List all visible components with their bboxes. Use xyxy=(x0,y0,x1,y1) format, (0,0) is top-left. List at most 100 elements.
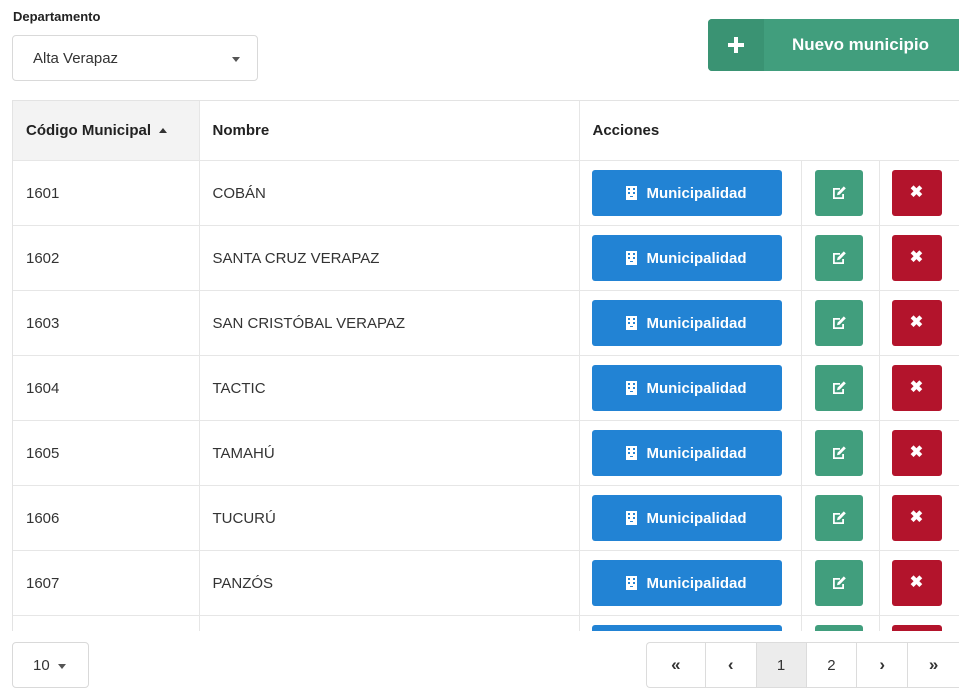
edit-button[interactable] xyxy=(814,365,863,411)
cell-edit xyxy=(801,615,880,631)
cell-edit xyxy=(801,420,880,486)
cell-municipality-action: Municipalidad xyxy=(579,355,802,421)
edit-button[interactable] xyxy=(814,300,863,346)
cell-code: 1604 xyxy=(13,355,200,421)
cell-delete: ✖ xyxy=(879,355,959,421)
delete-button[interactable]: ✖ xyxy=(891,235,942,281)
municipalities-table-container: Código Municipal Nombre Acciones 1601 COB… xyxy=(12,100,959,631)
department-select[interactable]: Alta Verapaz xyxy=(12,35,258,81)
last-page-button[interactable]: » xyxy=(908,643,959,687)
edit-button[interactable] xyxy=(814,235,863,281)
cell-municipality-action: Municipalidad xyxy=(579,225,802,291)
delete-button[interactable]: ✖ xyxy=(891,430,942,476)
column-header-name-label: Nombre xyxy=(212,122,270,139)
delete-button[interactable]: ✖ xyxy=(891,625,942,631)
edit-button[interactable] xyxy=(814,430,863,476)
municipality-button-label: Municipalidad xyxy=(646,379,747,397)
edit-icon xyxy=(832,316,846,329)
cell-edit xyxy=(801,160,880,226)
plus-icon xyxy=(728,37,744,53)
table-row: 1601 COBÁN Municipalidad ✖ xyxy=(13,160,959,226)
building-icon xyxy=(626,446,638,460)
column-header-code[interactable]: Código Municipal xyxy=(13,101,200,161)
municipality-button-label: Municipalidad xyxy=(646,249,747,267)
close-icon: ✖ xyxy=(909,509,924,526)
cell-name: PANZÓS xyxy=(199,550,580,616)
building-icon xyxy=(626,251,638,265)
cell-delete: ✖ xyxy=(879,160,959,226)
next-page-button[interactable]: › xyxy=(857,643,909,687)
table-row: 1605 TAMAHÚ Municipalidad ✖ xyxy=(13,420,959,486)
edit-button[interactable] xyxy=(814,625,863,631)
edit-button[interactable] xyxy=(814,495,863,541)
sort-ascending-icon xyxy=(159,128,167,133)
column-header-name[interactable]: Nombre xyxy=(199,101,580,161)
municipalities-table: Código Municipal Nombre Acciones 1601 COB… xyxy=(13,101,959,631)
column-header-actions-label: Acciones xyxy=(592,122,660,139)
table-row: 1606 TUCURÚ Municipalidad ✖ xyxy=(13,485,959,551)
cell-name: TUCURÚ xyxy=(199,485,580,551)
close-icon: ✖ xyxy=(909,184,924,201)
cell-code: 1603 xyxy=(13,290,200,356)
delete-button[interactable]: ✖ xyxy=(891,170,942,216)
municipality-button-label: Municipalidad xyxy=(646,444,747,462)
building-icon xyxy=(626,186,638,200)
cell-municipality-action: Municipalidad xyxy=(579,420,802,486)
cell-delete: ✖ xyxy=(879,420,959,486)
municipality-button-label: Municipalidad xyxy=(646,314,747,332)
municipality-button[interactable]: Municipalidad xyxy=(591,365,782,411)
edit-icon xyxy=(832,576,846,589)
municipality-button[interactable]: Municipalidad xyxy=(591,300,782,346)
cell-edit xyxy=(801,550,880,616)
table-row: 1607 PANZÓS Municipalidad ✖ xyxy=(13,550,959,616)
edit-icon xyxy=(832,186,846,199)
municipality-button[interactable]: Municipalidad xyxy=(591,430,782,476)
cell-municipality-action: Municipalidad xyxy=(579,485,802,551)
cell-edit xyxy=(801,485,880,551)
page-1-button[interactable]: 1 xyxy=(756,643,807,687)
municipality-button[interactable]: Municipalidad xyxy=(591,625,782,631)
municipality-button[interactable]: Municipalidad xyxy=(591,170,782,216)
edit-button[interactable] xyxy=(814,170,863,216)
edit-button[interactable] xyxy=(814,560,863,606)
first-page-button[interactable]: « xyxy=(647,643,706,687)
close-icon: ✖ xyxy=(909,249,924,266)
previous-page-button[interactable]: ‹ xyxy=(706,643,757,687)
department-select-value: Alta Verapaz xyxy=(33,50,119,67)
cell-code xyxy=(13,615,200,631)
building-icon xyxy=(626,576,638,590)
table-row: 1602 SANTA CRUZ VERAPAZ Municipalidad ✖ xyxy=(13,225,959,291)
cell-code: 1607 xyxy=(13,550,200,616)
building-icon xyxy=(626,316,638,330)
delete-button[interactable]: ✖ xyxy=(891,495,942,541)
delete-button[interactable]: ✖ xyxy=(891,300,942,346)
municipality-button[interactable]: Municipalidad xyxy=(591,235,782,281)
close-icon: ✖ xyxy=(909,574,924,591)
edit-icon xyxy=(832,251,846,264)
delete-button[interactable]: ✖ xyxy=(891,365,942,411)
municipality-button[interactable]: Municipalidad xyxy=(591,560,782,606)
column-header-actions: Acciones xyxy=(579,101,959,161)
page-2-button[interactable]: 2 xyxy=(807,643,858,687)
new-municipality-label: Nuevo municipio xyxy=(792,35,929,54)
close-icon: ✖ xyxy=(909,314,924,331)
delete-button[interactable]: ✖ xyxy=(891,560,942,606)
cell-code: 1605 xyxy=(13,420,200,486)
page-size-value: 10 xyxy=(33,657,50,674)
pagination: « ‹ 1 2 › » xyxy=(646,642,959,688)
column-header-code-label: Código Municipal xyxy=(26,122,151,139)
page-size-select[interactable]: 10 xyxy=(12,642,89,688)
municipality-button-label: Municipalidad xyxy=(646,184,747,202)
cell-code: 1602 xyxy=(13,225,200,291)
building-icon xyxy=(626,511,638,525)
new-municipality-button[interactable]: Nuevo municipio xyxy=(708,19,959,71)
municipality-button-label: Municipalidad xyxy=(646,574,747,592)
cell-delete: ✖ xyxy=(879,615,959,631)
caret-down-icon xyxy=(232,57,240,62)
municipality-button[interactable]: Municipalidad xyxy=(591,495,782,541)
plus-icon-container xyxy=(708,19,764,71)
building-icon xyxy=(626,381,638,395)
cell-municipality-action: Municipalidad xyxy=(579,160,802,226)
table-header-row: Código Municipal Nombre Acciones xyxy=(13,101,959,161)
cell-name: SANTA CRUZ VERAPAZ xyxy=(199,225,580,291)
